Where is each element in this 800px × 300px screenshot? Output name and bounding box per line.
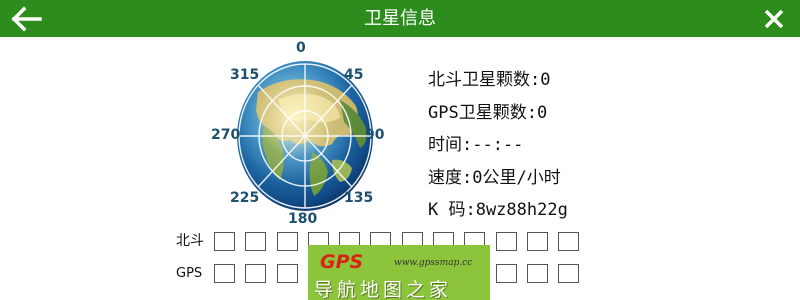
beidou-signal-slot	[245, 232, 267, 251]
beidou-signal-slot	[276, 232, 298, 251]
gps-signal-slot	[214, 264, 235, 283]
compass-degree-225: 225	[230, 190, 260, 206]
beidou-signal-slot	[495, 232, 517, 251]
satellite-globe: 0 45 90 135 180 225 270 315	[211, 40, 390, 228]
watermark-url: www.gpssmap.cc	[394, 258, 473, 268]
gps-row-label: GPS	[176, 266, 203, 281]
compass-degree-90: 90	[365, 127, 385, 143]
beidou-signal-slot	[558, 232, 580, 251]
gps-signal-slot	[276, 264, 298, 283]
beidou-signal-slot	[526, 232, 548, 251]
k-code-readout: K 码:8wz88h22g	[428, 200, 568, 221]
compass-degree-315: 315	[230, 67, 260, 83]
time-readout: 时间:--:--	[428, 135, 524, 156]
speed-readout: 速度:0公里/小时	[428, 167, 561, 188]
compass-degree-0: 0	[296, 40, 306, 56]
compass-degree-45: 45	[344, 67, 364, 83]
gps-satellite-count: GPS卫星颗数:0	[428, 102, 548, 123]
beidou-satellite-count: 北斗卫星颗数:0	[428, 70, 551, 90]
title-bar: 卫星信息	[0, 0, 800, 37]
gps-signal-slot	[245, 264, 267, 283]
gps-signal-slot	[495, 264, 517, 283]
site-watermark: GPS www.gpssmap.cc 导航地图之家	[308, 245, 490, 300]
beidou-row-label: 北斗	[176, 233, 204, 249]
gps-signal-slot	[526, 264, 548, 283]
satellite-info-panel: 北斗卫星颗数:0 GPS卫星颗数:0 时间:--:-- 速度:0公里/小时 K …	[428, 64, 568, 227]
compass-degree-270: 270	[211, 127, 241, 143]
compass-degree-135: 135	[344, 190, 374, 206]
page-title: 卫星信息	[364, 8, 436, 29]
close-x-icon[interactable]	[760, 5, 788, 33]
gps-signal-slot	[558, 264, 580, 283]
watermark-name: 导航地图之家	[314, 279, 453, 300]
compass-degree-180: 180	[288, 211, 318, 227]
watermark-logo: GPS	[320, 251, 364, 273]
beidou-signal-slot	[214, 232, 235, 251]
